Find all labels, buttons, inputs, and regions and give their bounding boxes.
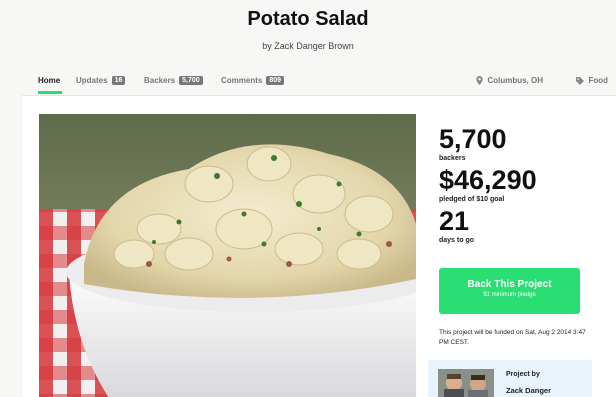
back-this-project-button[interactable]: Back This Project $1 minimum pledge xyxy=(439,268,580,314)
creator-by-label: Project by xyxy=(506,371,540,378)
tab-comments-label: Comments xyxy=(221,76,263,85)
tab-updates[interactable]: Updates 16 xyxy=(76,76,126,85)
tab-backers-label: Backers xyxy=(144,76,176,85)
tag-icon xyxy=(576,76,585,85)
category-label: Food xyxy=(588,76,608,85)
comments-count-badge: 809 xyxy=(266,76,285,85)
location-pin-icon xyxy=(476,76,484,85)
tab-comments[interactable]: Comments 809 xyxy=(221,76,285,85)
location-link[interactable]: Columbus, OH xyxy=(476,76,543,85)
backers-count-badge: 5,700 xyxy=(179,76,203,85)
project-page: Potato Salad by Zack Danger Brown Home U… xyxy=(0,0,616,397)
project-title: Potato Salad xyxy=(247,8,369,30)
creator-avatar[interactable] xyxy=(438,369,494,397)
creator-photo xyxy=(438,369,494,397)
tab-home-label: Home xyxy=(38,76,61,85)
funding-note: This project will be funded on Sat, Aug … xyxy=(439,329,586,346)
active-tab-underline xyxy=(38,91,62,94)
project-video-thumbnail[interactable] xyxy=(39,114,416,397)
pledged-label: pledged of $10 goal xyxy=(439,196,505,203)
category-link[interactable]: Food xyxy=(576,76,608,85)
days-to-go-label: days to go xyxy=(439,237,475,244)
project-nav: Home Updates 16 Backers 5,700 Comments 8… xyxy=(38,74,608,94)
tab-backers[interactable]: Backers 5,700 xyxy=(144,76,203,85)
potato-salad-image xyxy=(39,114,416,397)
project-byline[interactable]: by Zack Danger Brown xyxy=(0,41,616,51)
backers-count: 5,700 xyxy=(439,124,507,154)
project-card: 5,700 backers $46,290 pledged of $10 goa… xyxy=(22,95,616,397)
project-stats: 5,700 backers $46,290 pledged of $10 goa… xyxy=(439,126,609,249)
location-label: Columbus, OH xyxy=(487,76,543,85)
backers-label: backers xyxy=(439,155,466,162)
days-to-go-count: 21 xyxy=(439,206,470,236)
back-button-sublabel: $1 minimum pledge xyxy=(483,292,536,298)
updates-count-badge: 16 xyxy=(111,76,126,85)
back-button-label: Back This Project xyxy=(467,279,552,290)
tab-updates-label: Updates xyxy=(76,76,108,85)
pledged-amount: $46,290 xyxy=(439,165,537,195)
creator-box[interactable]: Project by Zack Danger xyxy=(428,360,592,397)
creator-name[interactable]: Zack Danger xyxy=(506,386,551,395)
tab-home[interactable]: Home xyxy=(38,76,60,85)
